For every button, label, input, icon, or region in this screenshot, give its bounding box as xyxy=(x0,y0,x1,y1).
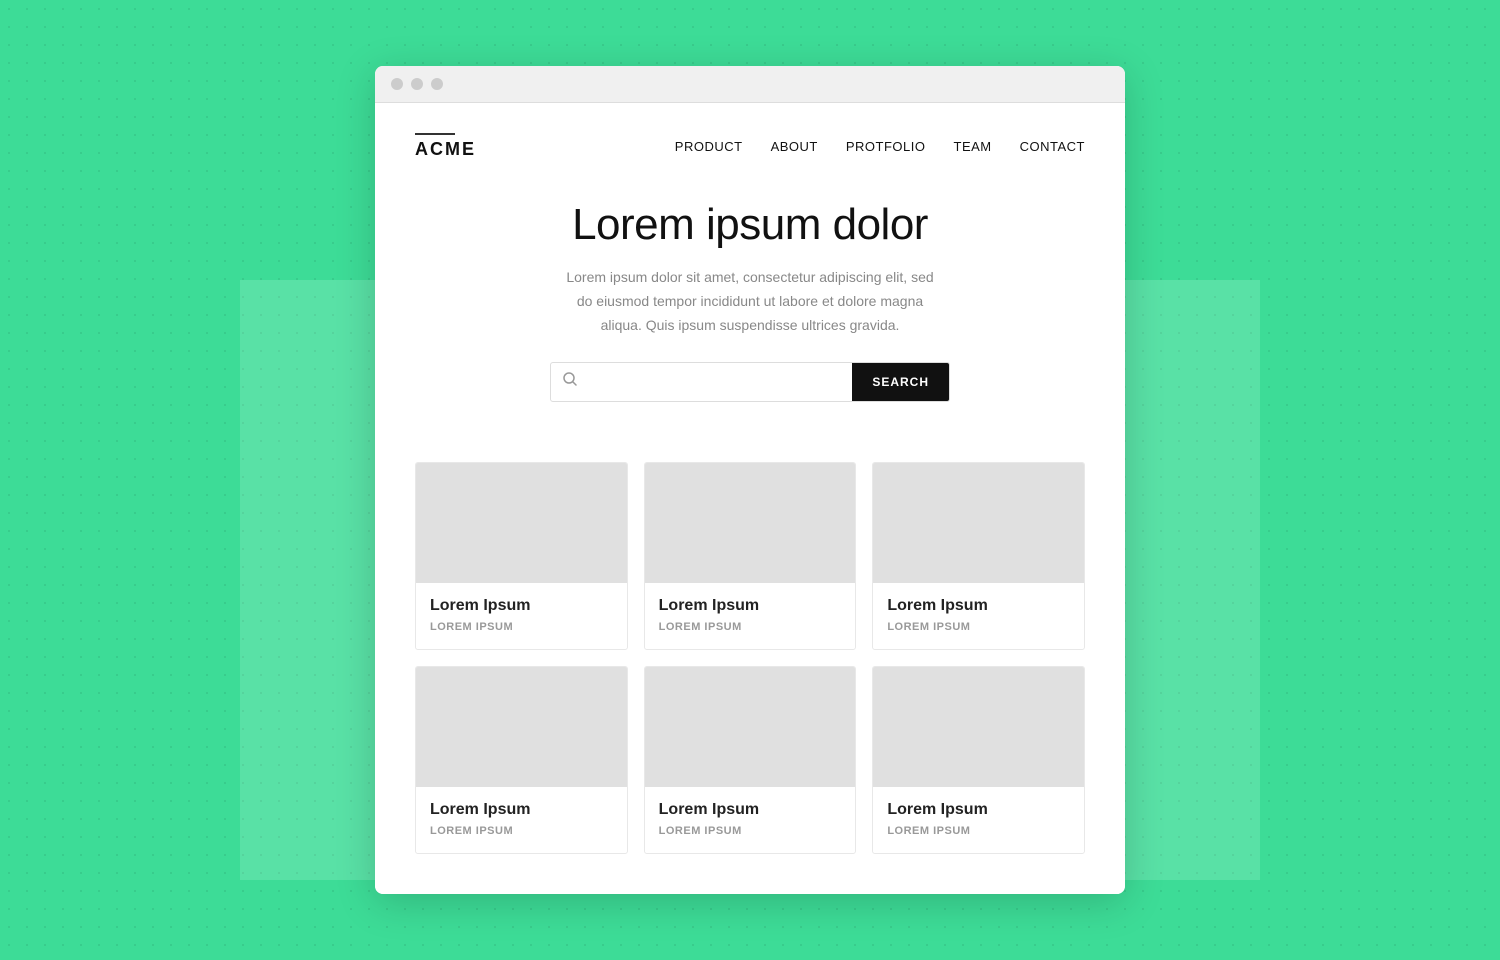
card-1-body: Lorem Ipsum LOREM IPSUM xyxy=(416,583,627,649)
card-6-body: Lorem Ipsum LOREM IPSUM xyxy=(873,787,1084,853)
card-2-subtitle: LOREM IPSUM xyxy=(659,621,842,633)
card-6-title: Lorem Ipsum xyxy=(887,801,1070,819)
card-2-body: Lorem Ipsum LOREM IPSUM xyxy=(645,583,856,649)
nav-link-portfolio[interactable]: PROTFOLIO xyxy=(846,139,926,154)
nav-item-about[interactable]: ABOUT xyxy=(771,138,818,156)
card-3-subtitle: LOREM IPSUM xyxy=(887,621,1070,633)
card-5: Lorem Ipsum LOREM IPSUM xyxy=(644,666,857,854)
card-4-subtitle: LOREM IPSUM xyxy=(430,825,613,837)
card-3: Lorem Ipsum LOREM IPSUM xyxy=(872,462,1085,650)
card-4-image xyxy=(416,667,627,787)
search-input[interactable] xyxy=(585,364,840,400)
browser-dot-2 xyxy=(411,78,423,90)
page-content: ACME PRODUCT ABOUT PROTFOLIO TEAM CONTAC… xyxy=(375,103,1125,893)
hero-title: Lorem ipsum dolor xyxy=(455,200,1045,250)
card-6-image xyxy=(873,667,1084,787)
card-1-subtitle: LOREM IPSUM xyxy=(430,621,613,633)
card-3-body: Lorem Ipsum LOREM IPSUM xyxy=(873,583,1084,649)
card-5-body: Lorem Ipsum LOREM IPSUM xyxy=(645,787,856,853)
browser-chrome xyxy=(375,66,1125,103)
search-bar: SEARCH xyxy=(550,362,950,402)
navigation: ACME PRODUCT ABOUT PROTFOLIO TEAM CONTAC… xyxy=(415,133,1085,180)
card-2-title: Lorem Ipsum xyxy=(659,597,842,615)
nav-link-product[interactable]: PRODUCT xyxy=(675,139,743,154)
card-4: Lorem Ipsum LOREM IPSUM xyxy=(415,666,628,854)
cards-grid: Lorem Ipsum LOREM IPSUM Lorem Ipsum LORE… xyxy=(415,462,1085,854)
nav-link-about[interactable]: ABOUT xyxy=(771,139,818,154)
hero-section: Lorem ipsum dolor Lorem ipsum dolor sit … xyxy=(415,180,1085,431)
nav-links: PRODUCT ABOUT PROTFOLIO TEAM CONTACT xyxy=(675,138,1085,156)
card-5-image xyxy=(645,667,856,787)
browser-dot-3 xyxy=(431,78,443,90)
card-4-title: Lorem Ipsum xyxy=(430,801,613,819)
browser-dot-1 xyxy=(391,78,403,90)
nav-item-contact[interactable]: CONTACT xyxy=(1020,138,1085,156)
card-3-title: Lorem Ipsum xyxy=(887,597,1070,615)
logo-area: ACME xyxy=(415,133,476,160)
logo-text: ACME xyxy=(415,139,476,160)
card-1: Lorem Ipsum LOREM IPSUM xyxy=(415,462,628,650)
hero-description: Lorem ipsum dolor sit amet, consectetur … xyxy=(560,266,940,337)
nav-link-contact[interactable]: CONTACT xyxy=(1020,139,1085,154)
card-1-image xyxy=(416,463,627,583)
card-1-title: Lorem Ipsum xyxy=(430,597,613,615)
search-icon xyxy=(563,372,577,391)
card-2: Lorem Ipsum LOREM IPSUM xyxy=(644,462,857,650)
card-2-image xyxy=(645,463,856,583)
card-6: Lorem Ipsum LOREM IPSUM xyxy=(872,666,1085,854)
logo-line xyxy=(415,133,455,135)
search-input-wrapper xyxy=(551,364,852,400)
browser-window: ACME PRODUCT ABOUT PROTFOLIO TEAM CONTAC… xyxy=(375,66,1125,893)
nav-item-team[interactable]: TEAM xyxy=(954,138,992,156)
card-4-body: Lorem Ipsum LOREM IPSUM xyxy=(416,787,627,853)
card-6-subtitle: LOREM IPSUM xyxy=(887,825,1070,837)
card-3-image xyxy=(873,463,1084,583)
search-button[interactable]: SEARCH xyxy=(852,363,949,401)
nav-item-product[interactable]: PRODUCT xyxy=(675,138,743,156)
nav-item-portfolio[interactable]: PROTFOLIO xyxy=(846,138,926,156)
nav-link-team[interactable]: TEAM xyxy=(954,139,992,154)
card-5-subtitle: LOREM IPSUM xyxy=(659,825,842,837)
card-5-title: Lorem Ipsum xyxy=(659,801,842,819)
